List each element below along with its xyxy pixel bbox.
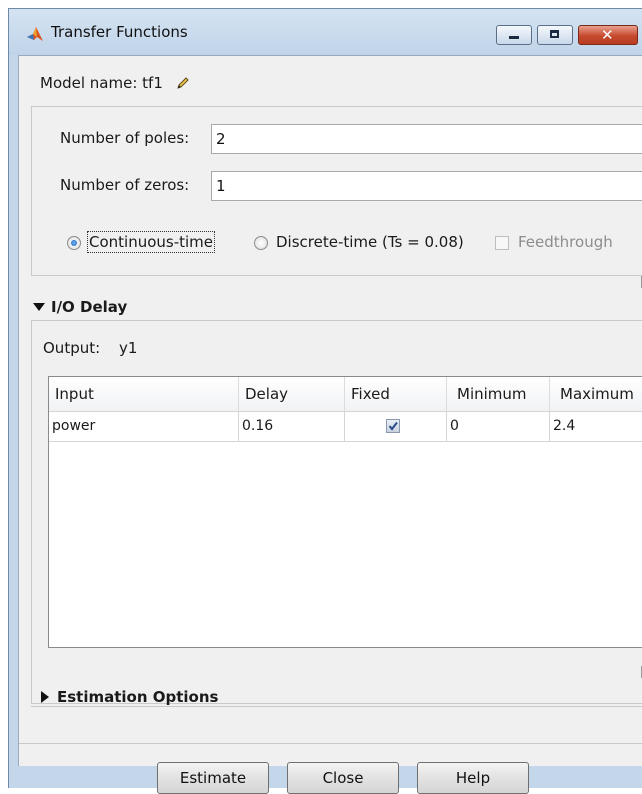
checkmark-icon bbox=[388, 421, 398, 431]
close-icon: ✕ bbox=[601, 26, 614, 44]
collapse-triangle-icon bbox=[33, 303, 45, 311]
output-row: Output: y1 bbox=[43, 339, 137, 357]
transfer-functions-window: Transfer Functions ✕ Model name: tf1 Num… bbox=[8, 8, 642, 794]
continuous-time-label[interactable]: Continuous-time bbox=[86, 231, 216, 253]
column-header-input[interactable]: Input bbox=[49, 377, 239, 411]
button-bar-divider bbox=[19, 743, 642, 744]
io-delay-header[interactable]: I/O Delay bbox=[33, 298, 127, 316]
window-title: Transfer Functions bbox=[51, 23, 188, 41]
help-button[interactable]: Help bbox=[417, 762, 529, 794]
maximize-button[interactable] bbox=[537, 25, 573, 45]
column-header-maximum[interactable]: Maximum bbox=[550, 377, 642, 411]
discrete-time-radio[interactable] bbox=[254, 236, 268, 250]
dialog-body: Model name: tf1 Number of poles: Number … bbox=[18, 55, 642, 794]
minimize-icon bbox=[509, 36, 519, 39]
output-value: y1 bbox=[118, 339, 138, 357]
delay-cell[interactable]: 0.16 bbox=[239, 411, 345, 441]
estimation-divider bbox=[31, 706, 642, 707]
minimum-cell[interactable]: 0 bbox=[447, 411, 550, 441]
feedthrough-checkbox bbox=[495, 236, 509, 250]
expand-triangle-icon bbox=[41, 691, 49, 703]
poles-label: Number of poles: bbox=[60, 129, 190, 147]
estimate-button[interactable]: Estimate bbox=[157, 762, 269, 794]
close-window-button[interactable]: ✕ bbox=[578, 25, 638, 45]
model-name-row: Model name: tf1 bbox=[40, 74, 190, 92]
poles-input[interactable] bbox=[211, 124, 642, 154]
zeros-input[interactable] bbox=[211, 171, 642, 201]
output-label: Output: bbox=[43, 339, 101, 357]
column-header-delay[interactable]: Delay bbox=[239, 377, 345, 411]
maximum-cell[interactable]: 2.4 bbox=[550, 411, 642, 441]
table-header-row: Input Delay Fixed Minimum Maximum bbox=[49, 377, 642, 412]
continuous-time-radio[interactable] bbox=[67, 236, 81, 250]
io-delay-title: I/O Delay bbox=[51, 298, 128, 316]
io-delay-table: Input Delay Fixed Minimum Maximum power … bbox=[48, 376, 642, 648]
table-row: power 0.16 0 2.4 bbox=[49, 411, 642, 442]
maximize-icon bbox=[550, 30, 559, 38]
column-header-fixed[interactable]: Fixed bbox=[345, 377, 447, 411]
fixed-cell[interactable] bbox=[345, 411, 447, 441]
model-parameters-panel: Number of poles: Number of zeros: Contin… bbox=[31, 106, 642, 276]
close-button[interactable]: Close bbox=[287, 762, 399, 794]
matlab-logo-icon bbox=[27, 27, 43, 41]
fixed-checkbox[interactable] bbox=[386, 419, 400, 433]
model-name-label: Model name: tf1 bbox=[40, 74, 163, 92]
minimize-button[interactable] bbox=[496, 25, 532, 45]
title-bar[interactable]: Transfer Functions ✕ bbox=[9, 9, 642, 55]
input-cell: power bbox=[49, 411, 239, 441]
feedthrough-label: Feedthrough bbox=[518, 233, 613, 251]
pencil-icon[interactable] bbox=[176, 76, 190, 90]
estimation-options-title: Estimation Options bbox=[57, 688, 219, 706]
estimation-options-header[interactable]: Estimation Options bbox=[41, 688, 218, 706]
zeros-label: Number of zeros: bbox=[60, 176, 190, 194]
column-header-minimum[interactable]: Minimum bbox=[447, 377, 550, 411]
discrete-time-label[interactable]: Discrete-time (Ts = 0.08) bbox=[276, 233, 464, 251]
